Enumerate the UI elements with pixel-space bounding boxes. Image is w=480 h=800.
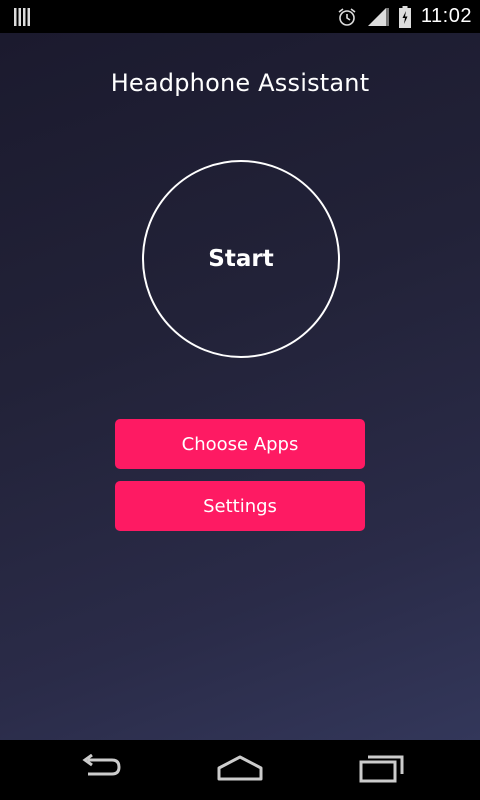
app-title: Headphone Assistant: [110, 69, 370, 97]
home-button[interactable]: [210, 752, 270, 788]
recent-apps-icon: [359, 753, 405, 788]
recent-apps-button[interactable]: [352, 752, 412, 788]
battery-icon: [398, 5, 411, 28]
navigation-bar: [0, 740, 480, 800]
back-button[interactable]: [70, 752, 130, 788]
choose-apps-button[interactable]: Choose Apps: [115, 419, 365, 469]
notification-bars-icon: [14, 8, 30, 31]
settings-button-label: Settings: [203, 495, 277, 517]
choose-apps-button-label: Choose Apps: [181, 433, 299, 455]
screen: 11:02 Headphone Assistant Start Choose A…: [0, 0, 480, 800]
app-content: Headphone Assistant Start Choose Apps Se…: [0, 33, 480, 740]
start-button-label: Start: [208, 246, 274, 272]
home-icon: [216, 754, 264, 787]
back-icon: [78, 753, 122, 787]
status-bar: 11:02: [0, 0, 480, 33]
status-icons: 11:02: [337, 0, 472, 33]
start-button[interactable]: Start: [142, 160, 340, 358]
settings-button[interactable]: Settings: [115, 481, 365, 531]
signal-icon: [367, 7, 389, 27]
alarm-icon: [337, 7, 357, 27]
status-time: 11:02: [420, 5, 472, 27]
